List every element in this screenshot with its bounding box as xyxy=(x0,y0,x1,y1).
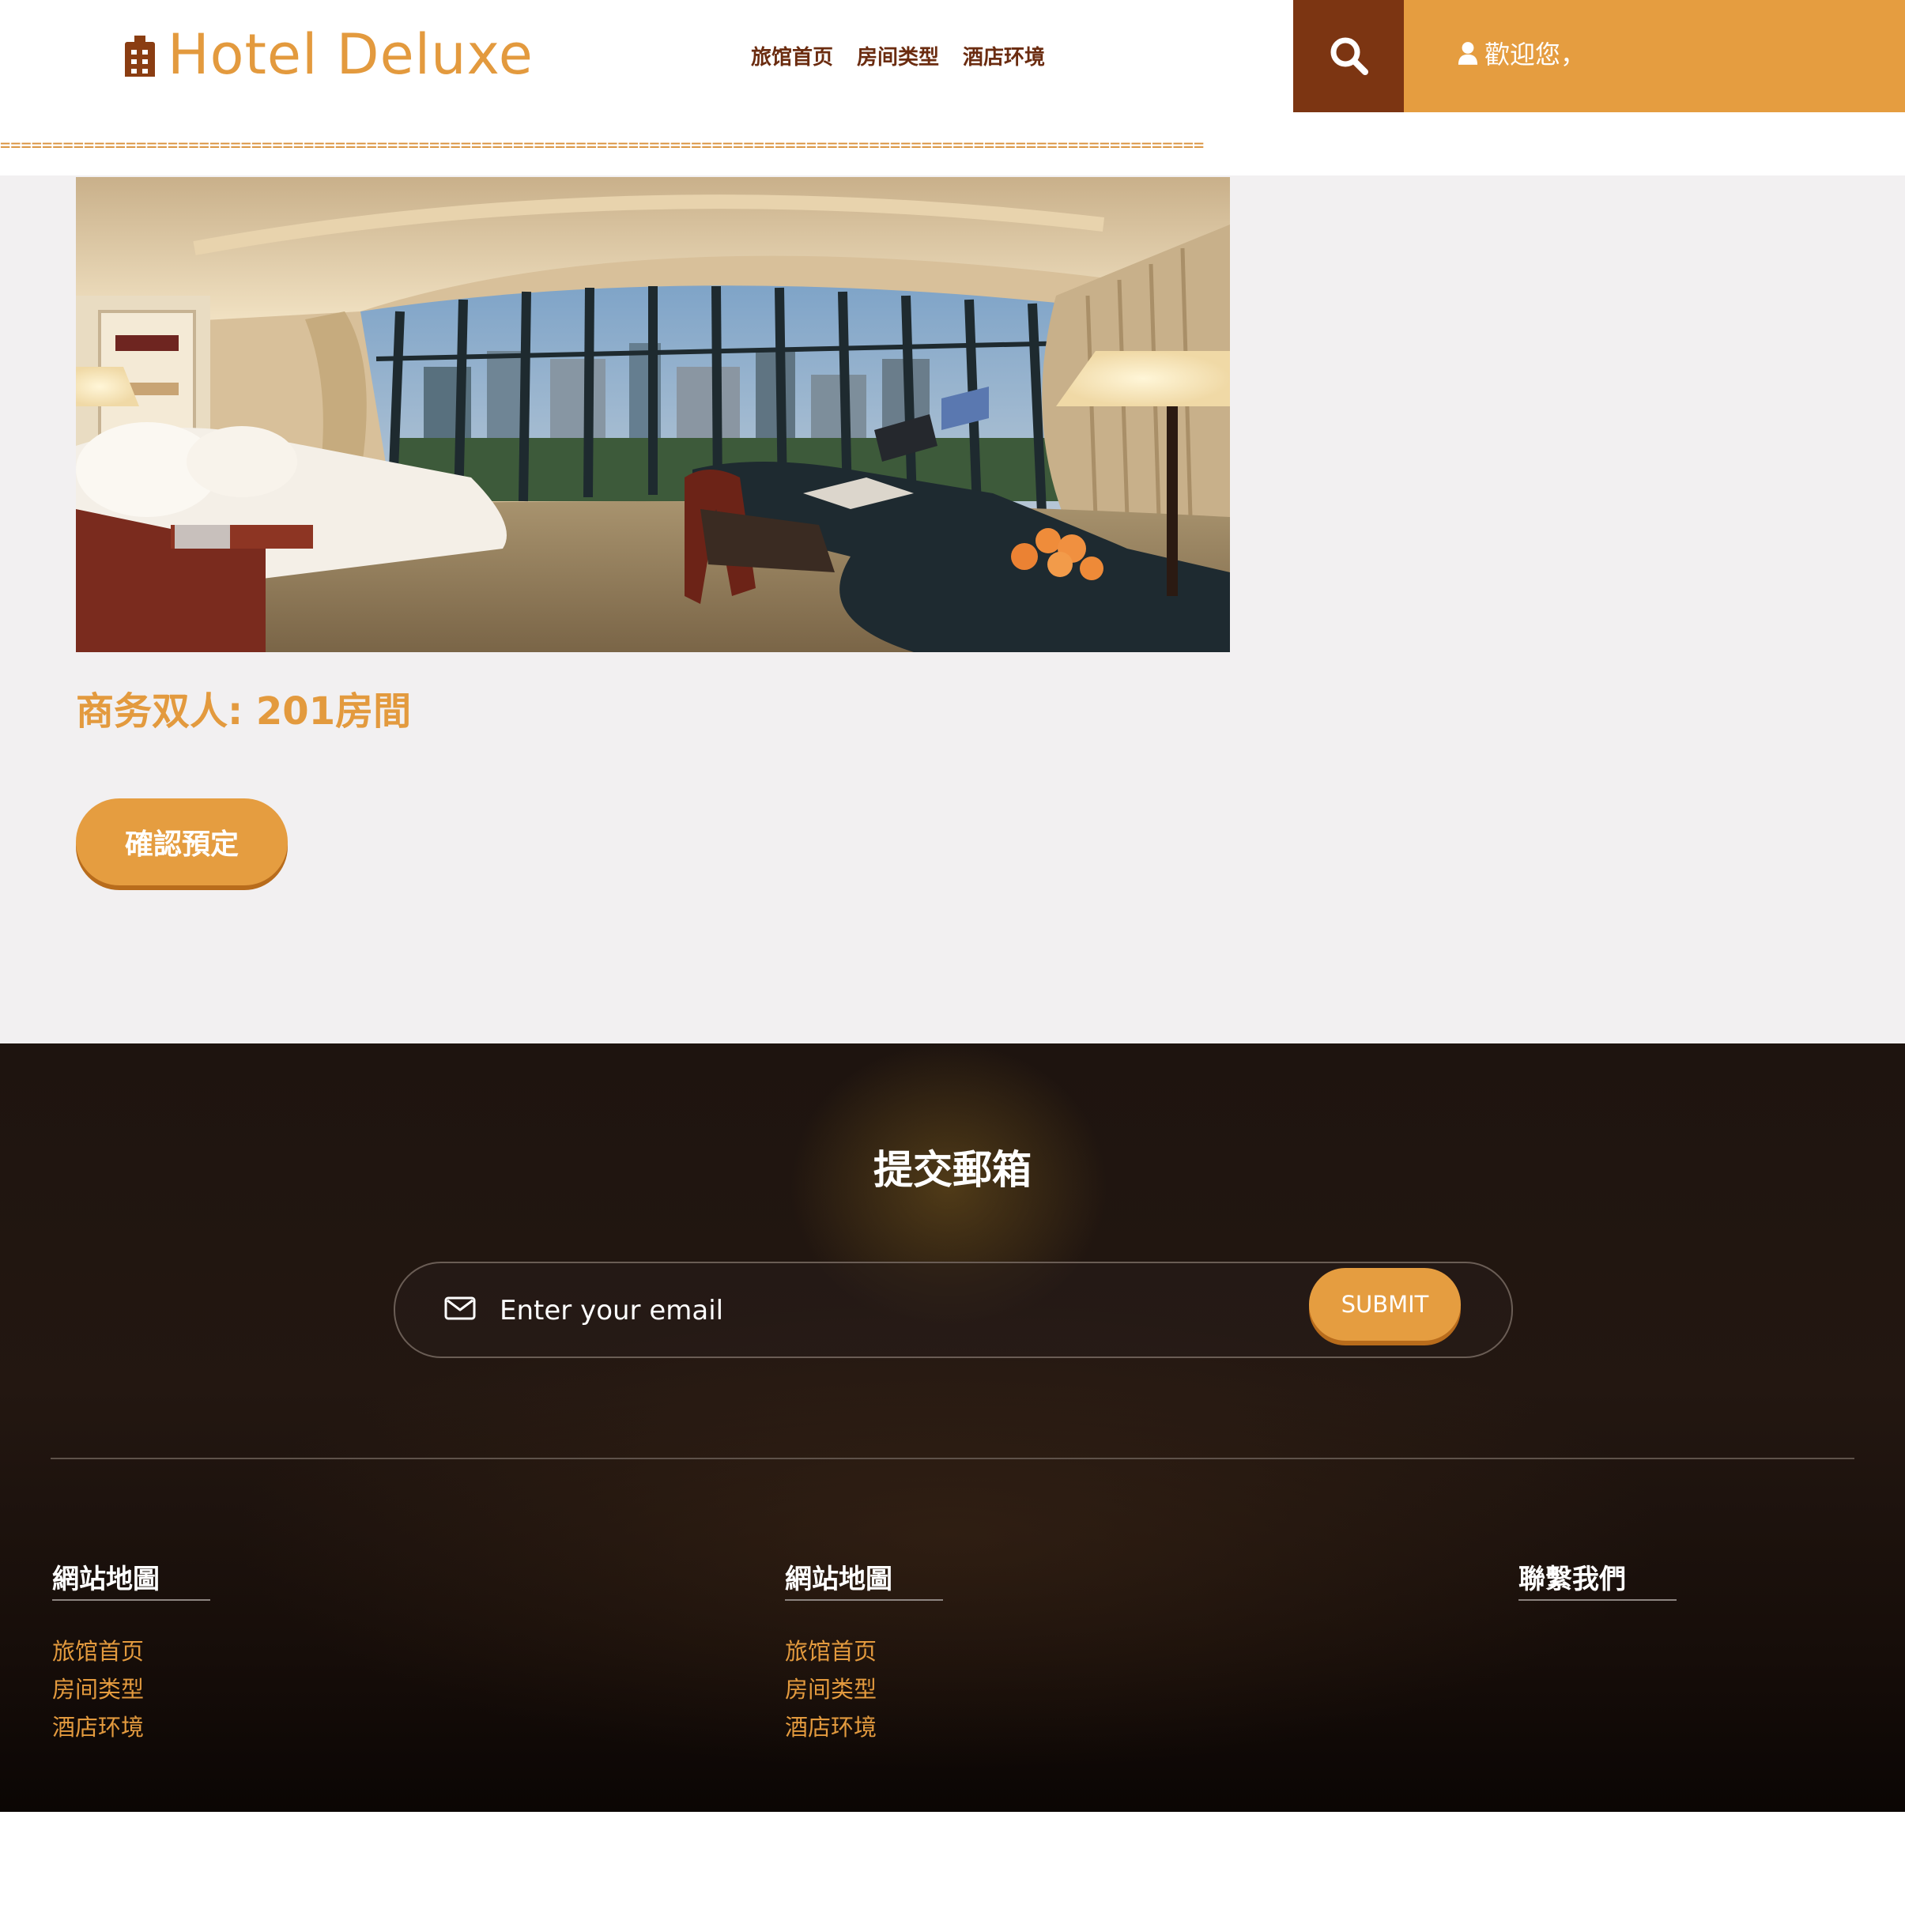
room-detail: 商务双人: 201房間 確認預定 xyxy=(0,175,1905,1043)
building-icon xyxy=(125,36,155,77)
user-area[interactable]: 歡迎您， xyxy=(1404,0,1905,112)
footer-link-environment[interactable]: 酒店环境 xyxy=(785,1708,943,1746)
welcome-message[interactable]: 歡迎您， xyxy=(1458,35,1586,71)
search-button[interactable] xyxy=(1293,0,1404,112)
footer-link-environment[interactable]: 酒店环境 xyxy=(52,1708,210,1746)
search-icon xyxy=(1330,37,1368,75)
footer-link-home[interactable]: 旅馆首页 xyxy=(52,1632,210,1670)
logo[interactable]: Hotel Deluxe xyxy=(125,19,534,90)
welcome-text: 歡迎您， xyxy=(1484,40,1586,70)
main-nav: 旅馆首页 房间类型 酒店环境 xyxy=(751,41,1069,70)
room-title: 商务双人: 201房間 xyxy=(76,689,412,734)
footer-column-heading: 網站地圖 xyxy=(785,1557,943,1601)
confirm-booking-button[interactable]: 確認預定 xyxy=(76,798,288,885)
submit-button[interactable]: SUBMIT xyxy=(1309,1268,1461,1341)
footer-link-room-types[interactable]: 房间类型 xyxy=(785,1670,943,1708)
nav-item-home[interactable]: 旅馆首页 xyxy=(751,41,833,70)
footer-column-sitemap: 網站地圖 旅馆首页 房间类型 酒店环境 xyxy=(52,1557,210,1746)
email-input[interactable] xyxy=(498,1282,1213,1339)
footer-column-heading: 網站地圖 xyxy=(52,1557,210,1601)
room-photo xyxy=(76,177,1230,652)
mail-icon xyxy=(444,1296,476,1320)
logo-text: Hotel Deluxe xyxy=(168,22,534,87)
footer-column-heading: 聯繫我們 xyxy=(1518,1557,1677,1601)
footer-column-contact: 聯繫我們 xyxy=(1518,1557,1677,1601)
nav-item-environment[interactable]: 酒店环境 xyxy=(963,41,1045,70)
footer-column-sitemap-2: 網站地圖 旅馆首页 房间类型 酒店环境 xyxy=(785,1557,943,1746)
user-icon xyxy=(1458,42,1478,65)
newsletter-title: 提交郵箱 xyxy=(873,1147,1032,1193)
footer-link-home[interactable]: 旅馆首页 xyxy=(785,1632,943,1670)
newsletter-form: SUBMIT xyxy=(394,1262,1513,1358)
site-footer: 提交郵箱 SUBMIT 網站地圖 旅馆首页 房间类型 酒店环境 網站地圖 旅馆首… xyxy=(0,1043,1905,1812)
nav-item-room-types[interactable]: 房间类型 xyxy=(857,41,939,70)
site-header: Hotel Deluxe 旅馆首页 房间类型 酒店环境 歡迎您， xyxy=(0,0,1905,112)
footer-link-room-types[interactable]: 房间类型 xyxy=(52,1670,210,1708)
footer-divider xyxy=(51,1458,1854,1459)
header-divider: ========================================… xyxy=(0,138,1205,155)
